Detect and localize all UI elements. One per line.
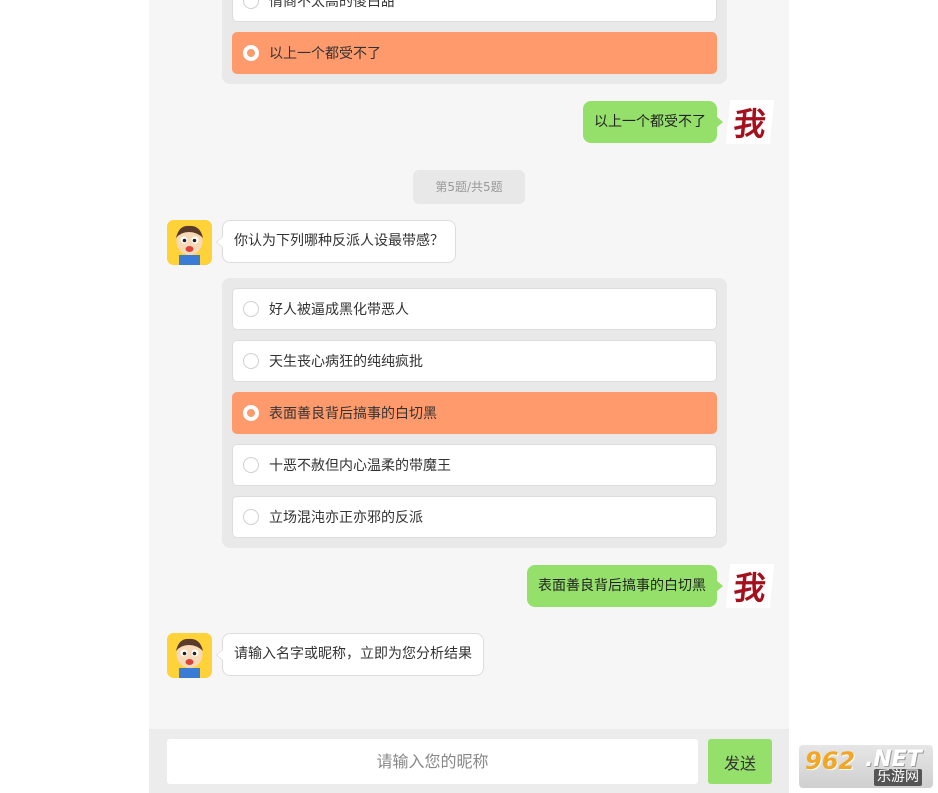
option-item[interactable]: 十恶不赦但内心温柔的带魔王 <box>232 444 717 486</box>
bot-avatar <box>167 633 212 678</box>
my-avatar: 我 <box>725 564 775 608</box>
radio-icon <box>243 301 259 317</box>
my-avatar: 我 <box>725 100 775 144</box>
avatar-glyph: 我 <box>731 105 768 143</box>
option-item[interactable]: 天生丧心病狂的纯纯疯批 <box>232 340 717 382</box>
question-progress-badge: 第5题/共5题 <box>413 170 525 204</box>
radio-icon <box>243 0 259 9</box>
bot-message-bubble: 你认为下列哪种反派人设最带感？ <box>216 220 456 263</box>
option-item-selected[interactable]: 表面善良背后搞事的白切黑 <box>232 392 717 434</box>
prompt-text: 请输入名字或昵称，立即为您分析结果 <box>234 646 472 662</box>
radio-icon <box>243 509 259 525</box>
radio-checked-icon <box>243 405 259 421</box>
option-label: 天生丧心病狂的纯纯疯批 <box>269 354 423 370</box>
radio-checked-icon <box>243 45 259 61</box>
my-message-text: 表面善良背后搞事的白切黑 <box>538 578 706 594</box>
my-message-text: 以上一个都受不了 <box>594 114 706 130</box>
question-text: 你认为下列哪种反派人设最带感？ <box>234 233 444 249</box>
option-item-selected[interactable]: 以上一个都受不了 <box>232 32 717 74</box>
cartoon-boy-icon <box>167 220 212 265</box>
send-button[interactable]: 发送 <box>708 739 772 784</box>
my-message-bubble: 以上一个都受不了 <box>583 101 723 143</box>
chat-area: 情商不太高的傻白甜 以上一个都受不了 以上一个都受不了 我 第5题/共5题 你认… <box>149 0 789 793</box>
option-item[interactable]: 好人被逼成黑化带恶人 <box>232 288 717 330</box>
options-panel: 好人被逼成黑化带恶人 天生丧心病狂的纯纯疯批 表面善良背后搞事的白切黑 十恶不赦… <box>222 278 727 548</box>
cartoon-boy-icon <box>167 633 212 678</box>
watermark-sub: 乐游网 <box>874 769 922 786</box>
option-label: 表面善良背后搞事的白切黑 <box>269 406 437 422</box>
option-item[interactable]: 立场混沌亦正亦邪的反派 <box>232 496 717 538</box>
site-watermark-logo: 962 .NET 乐游网 <box>799 745 933 788</box>
avatar-glyph: 我 <box>731 569 768 607</box>
my-message-bubble: 表面善良背后搞事的白切黑 <box>527 565 723 607</box>
option-item[interactable]: 情商不太高的傻白甜 <box>232 0 717 22</box>
option-label: 以上一个都受不了 <box>269 46 381 62</box>
option-label: 情商不太高的傻白甜 <box>269 0 395 10</box>
radio-icon <box>243 353 259 369</box>
bot-message-bubble: 请输入名字或昵称，立即为您分析结果 <box>216 633 484 676</box>
radio-icon <box>243 457 259 473</box>
option-label: 十恶不赦但内心温柔的带魔王 <box>269 458 451 474</box>
input-bar: 发送 <box>149 729 789 793</box>
option-label: 好人被逼成黑化带恶人 <box>269 302 409 318</box>
watermark-number: 962 <box>805 747 856 775</box>
option-label: 立场混沌亦正亦邪的反派 <box>269 510 423 526</box>
nickname-input[interactable] <box>167 739 698 784</box>
previous-options-panel: 情商不太高的傻白甜 以上一个都受不了 <box>222 0 727 84</box>
bot-avatar <box>167 220 212 265</box>
